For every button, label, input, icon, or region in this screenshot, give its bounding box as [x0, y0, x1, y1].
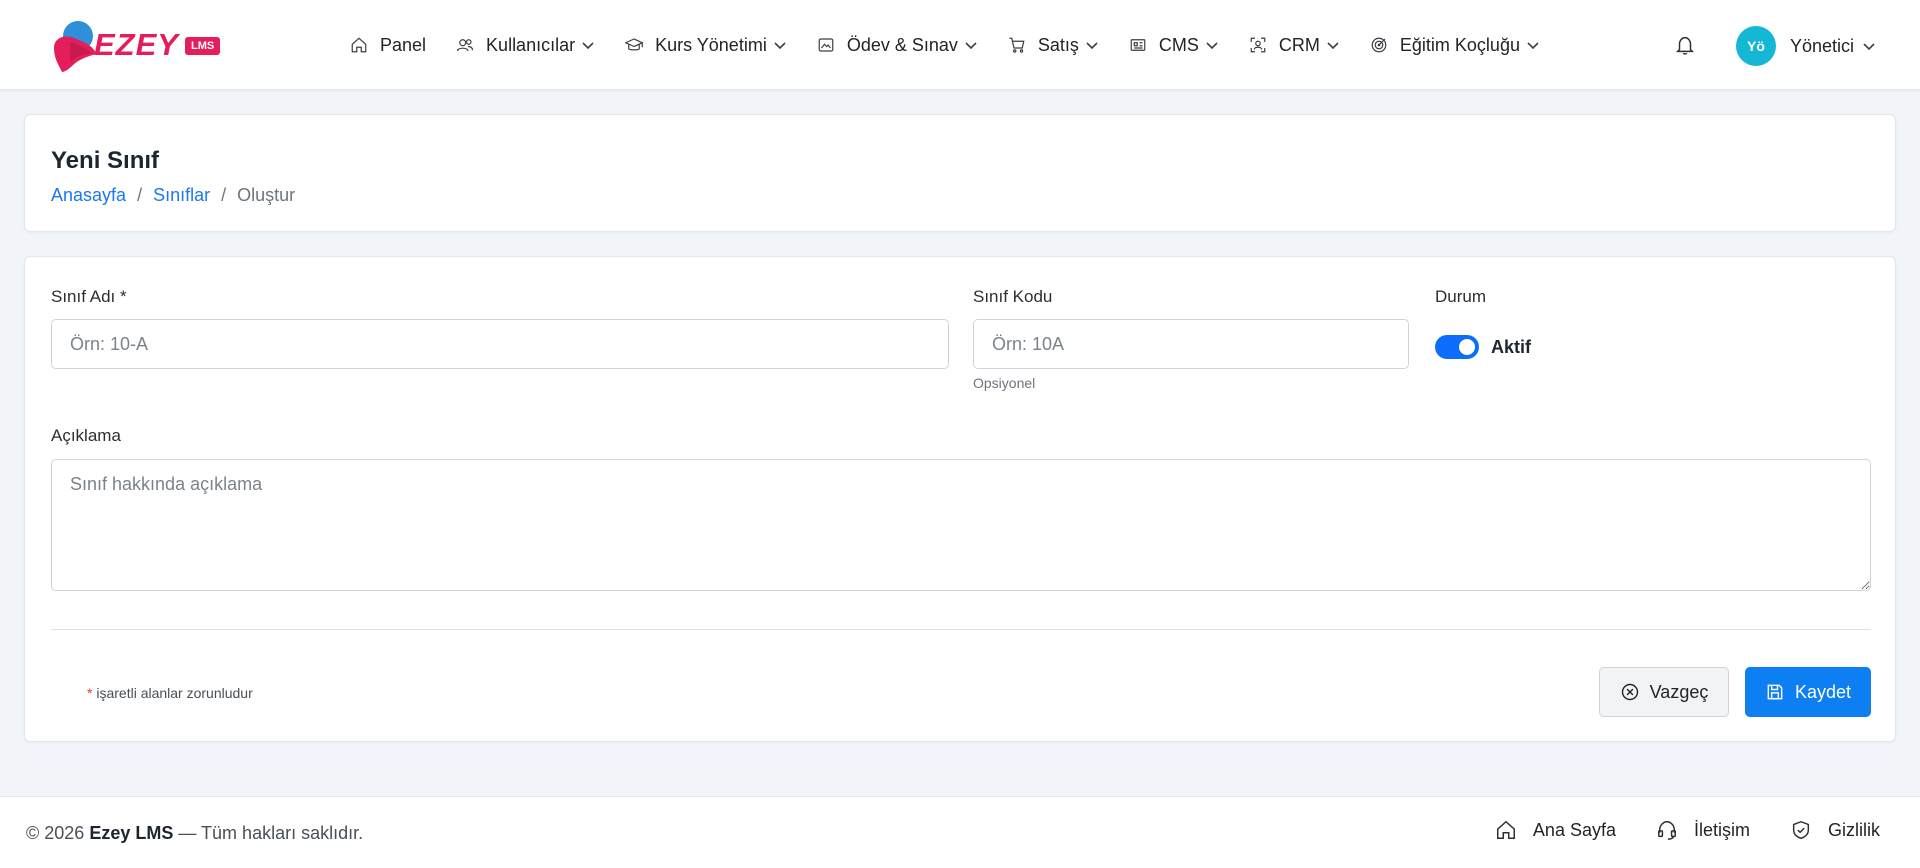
- footer: © 2026 Ezey LMS — Tüm hakları saklıdır. …: [0, 796, 1920, 868]
- status-label: Durum: [1435, 287, 1487, 306]
- footer-link-contact[interactable]: İletişim: [1656, 819, 1750, 841]
- class-code-hint: Opsiyonel: [973, 375, 1036, 391]
- breadcrumb-separator: /: [137, 185, 143, 205]
- home-icon: [351, 37, 367, 53]
- cancel-button[interactable]: Vazgeç: [1599, 667, 1729, 717]
- brand-logo[interactable]: EZEY LMS: [50, 18, 221, 72]
- top-navbar: EZEY LMS Panel Kullanıcılar Kurs Yönetim…: [0, 0, 1920, 90]
- class-code-label: Sınıf Kodu: [973, 287, 1053, 306]
- shield-check-icon: [1792, 820, 1810, 840]
- nav-item-cms[interactable]: CMS: [1129, 35, 1219, 56]
- users-icon: [456, 39, 474, 52]
- copyright-suffix: — Tüm hakları saklıdır.: [178, 823, 364, 843]
- nav-item-label: Ödev & Sınav: [846, 34, 958, 55]
- copyright-prefix: © 2026: [26, 823, 85, 843]
- breadcrumb: Anasayfa / Sınıflar / Oluştur: [51, 185, 295, 206]
- chevron-down-icon: [582, 42, 594, 50]
- required-note: * işaretli alanlar zorunludur: [87, 685, 253, 701]
- close-circle-icon: [1621, 683, 1638, 701]
- cart-icon: [1009, 37, 1025, 53]
- bell-icon: [1675, 36, 1695, 55]
- page-title: Yeni Sınıf: [51, 147, 160, 174]
- save-button[interactable]: Kaydet: [1745, 667, 1871, 717]
- floppy-disk-icon: [1767, 684, 1783, 700]
- page-header-card: Yeni Sınıf Anasayfa / Sınıflar / Oluştur: [24, 114, 1896, 232]
- copyright-brand: Ezey LMS: [89, 823, 174, 843]
- nav-item-users[interactable]: Kullanıcılar: [456, 35, 595, 56]
- description-label: Açıklama: [51, 426, 121, 445]
- required-star: *: [87, 685, 93, 701]
- brand-badge: LMS: [184, 37, 221, 55]
- nav-item-label: CRM: [1278, 34, 1320, 55]
- nav-item-label: Satış: [1037, 34, 1079, 55]
- brand-logo-mark-icon: [54, 21, 96, 72]
- form-divider: [51, 629, 1871, 630]
- nav-item-label: Kullanıcılar: [486, 34, 576, 55]
- breadcrumb-section-link[interactable]: Sınıflar: [153, 185, 210, 206]
- nav-item-label: Kurs Yönetimi: [655, 34, 767, 55]
- cancel-button-label: Vazgeç: [1649, 681, 1709, 702]
- graduation-cap-icon: [625, 38, 644, 51]
- nav-item-label: Eğitim Koçluğu: [1399, 34, 1520, 55]
- nav-item-course-management[interactable]: Kurs Yönetimi: [625, 35, 787, 56]
- user-name: Yönetici: [1790, 35, 1855, 56]
- toggle-knob: [1459, 339, 1475, 355]
- nav-item-label: Panel: [380, 34, 427, 55]
- nav-item-coaching[interactable]: Eğitim Koçluğu: [1370, 35, 1540, 56]
- main-nav: Panel Kullanıcılar Kurs Yönetimi Ödev & …: [350, 0, 1570, 90]
- footer-link-label: Ana Sayfa: [1532, 819, 1616, 840]
- class-name-input[interactable]: [51, 319, 949, 369]
- nav-item-sales[interactable]: Satış: [1008, 35, 1099, 56]
- footer-link-privacy[interactable]: Gizlilik: [1790, 819, 1880, 841]
- chevron-down-icon: [1206, 42, 1218, 50]
- breadcrumb-separator: /: [221, 185, 227, 205]
- breadcrumb-home-link[interactable]: Anasayfa: [51, 185, 126, 206]
- description-textarea[interactable]: [51, 459, 1871, 591]
- footer-link-label: İletişim: [1693, 819, 1750, 840]
- footer-links: Ana Sayfa İletişim Gizlilik: [1455, 819, 1880, 841]
- required-note-text: işaretli alanlar zorunludur: [96, 685, 253, 701]
- copyright: © 2026 Ezey LMS — Tüm hakları saklıdır.: [26, 823, 363, 844]
- nav-item-crm[interactable]: CRM: [1249, 35, 1340, 56]
- breadcrumb-current: Oluştur: [237, 185, 296, 205]
- class-name-label: Sınıf Adı *: [51, 287, 127, 306]
- status-toggle-label: Aktif: [1491, 337, 1531, 357]
- chevron-down-icon: [1863, 43, 1875, 51]
- chevron-down-icon: [1527, 42, 1539, 50]
- chevron-down-icon: [1327, 42, 1339, 50]
- user-menu[interactable]: Yö Yönetici: [1736, 26, 1876, 66]
- save-button-label: Kaydet: [1794, 681, 1852, 702]
- notifications-button[interactable]: [1674, 34, 1696, 56]
- nav-item-panel[interactable]: Panel: [350, 35, 426, 56]
- nav-item-homework-exam[interactable]: Ödev & Sınav: [817, 35, 978, 56]
- brand-name: EZEY: [94, 27, 179, 62]
- person-focus-icon: [1250, 37, 1266, 53]
- newspaper-icon: [1130, 39, 1146, 51]
- footer-link-home[interactable]: Ana Sayfa: [1495, 819, 1616, 841]
- headset-icon: [1658, 821, 1676, 840]
- chevron-down-icon: [965, 42, 977, 50]
- footer-link-label: Gizlilik: [1828, 819, 1880, 840]
- class-form-card: Sınıf Adı * Sınıf Kodu Opsiyonel Durum A…: [24, 256, 1896, 742]
- chevron-down-icon: [774, 42, 786, 50]
- nav-item-label: CMS: [1158, 34, 1199, 55]
- target-icon: [1371, 37, 1387, 53]
- class-code-input[interactable]: [973, 319, 1409, 369]
- chevron-down-icon: [1086, 42, 1098, 50]
- avatar: Yö: [1736, 26, 1776, 66]
- status-toggle[interactable]: [1435, 335, 1479, 359]
- home-icon: [1496, 820, 1515, 839]
- image-chart-icon: [818, 38, 834, 52]
